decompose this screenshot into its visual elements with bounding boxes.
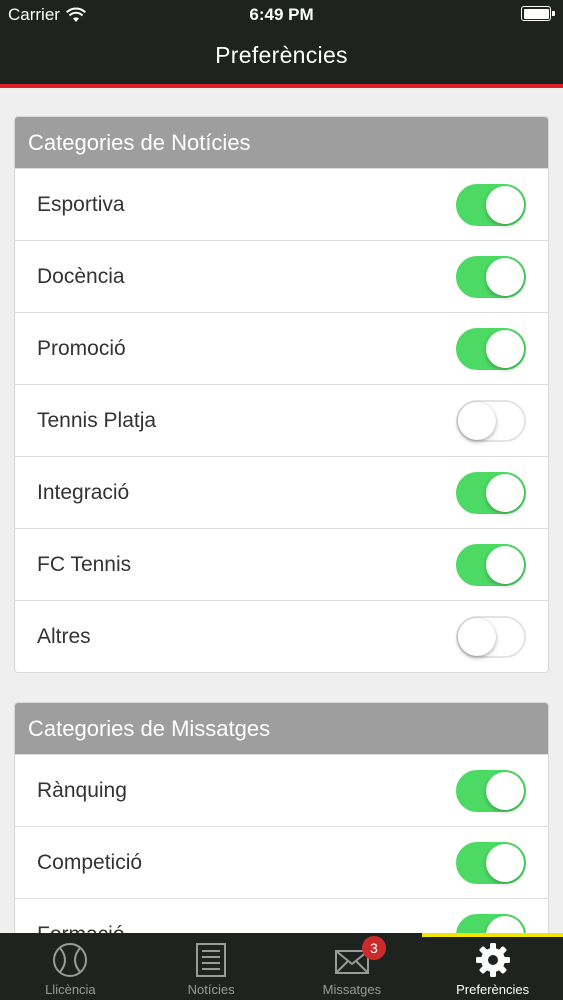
- preference-row: Competició: [15, 826, 548, 898]
- tab-noticies[interactable]: Notícies: [141, 933, 282, 1000]
- preference-toggle[interactable]: [456, 327, 526, 370]
- gear-icon: [475, 943, 510, 977]
- preference-row: Tennis Platja: [15, 384, 548, 456]
- tab-llicencia[interactable]: Llicència: [0, 933, 141, 1000]
- preference-row: Docència: [15, 240, 548, 312]
- preference-label: Tennis Platja: [37, 408, 157, 432]
- preference-label: Integració: [37, 480, 130, 504]
- status-bar: Carrier 6:49 PM: [0, 0, 563, 30]
- tab-label: Llicència: [45, 982, 96, 997]
- status-time: 6:49 PM: [249, 5, 314, 24]
- preference-toggle[interactable]: [456, 841, 526, 884]
- navigation-bar: Carrier 6:49 PM Preferències: [0, 0, 563, 88]
- preference-toggle[interactable]: [456, 399, 526, 442]
- preference-row: Altres: [15, 600, 548, 672]
- preference-label: Altres: [37, 624, 91, 648]
- newspaper-icon: [196, 943, 227, 977]
- battery-icon: [521, 6, 555, 21]
- tennis-ball-icon: [53, 943, 88, 977]
- preference-label: Esportiva: [37, 192, 125, 216]
- tab-preferencies[interactable]: Preferències: [422, 933, 563, 1000]
- unread-badge: 3: [361, 936, 386, 960]
- preference-label: Rànquing: [37, 778, 127, 802]
- preference-label: Promoció: [37, 336, 126, 360]
- news-categories-section: Categories de Notícies Esportiva Docènci…: [14, 116, 549, 673]
- preference-row: Rànquing: [15, 754, 548, 826]
- preferences-content[interactable]: Categories de Notícies Esportiva Docènci…: [14, 116, 549, 1000]
- message-categories-section: Categories de Missatges Rànquing Competi…: [14, 702, 549, 971]
- tab-label: Notícies: [187, 982, 235, 997]
- preference-row: Esportiva: [15, 168, 548, 240]
- section-header: Categories de Notícies: [15, 117, 548, 168]
- tab-label: Preferències: [456, 982, 530, 997]
- preference-toggle[interactable]: [456, 769, 526, 812]
- preference-toggle[interactable]: [456, 183, 526, 226]
- preference-toggle[interactable]: [456, 255, 526, 298]
- page-title: Preferències: [215, 42, 348, 68]
- tab-missatges[interactable]: 3 Missatges: [282, 933, 423, 1000]
- preference-toggle[interactable]: [456, 471, 526, 514]
- preference-label: Docència: [37, 264, 125, 288]
- section-header: Categories de Missatges: [15, 703, 548, 754]
- preference-row: Promoció: [15, 312, 548, 384]
- preference-label: Competició: [37, 850, 143, 874]
- preference-row: FC Tennis: [15, 528, 548, 600]
- preference-toggle[interactable]: [456, 543, 526, 586]
- preference-row: Integració: [15, 456, 548, 528]
- tab-bar: Llicència Notícies 3 Missatges Preferènc…: [0, 933, 563, 1000]
- tab-label: Missatges: [322, 982, 382, 997]
- preference-label: FC Tennis: [37, 552, 132, 576]
- preference-toggle[interactable]: [456, 615, 526, 658]
